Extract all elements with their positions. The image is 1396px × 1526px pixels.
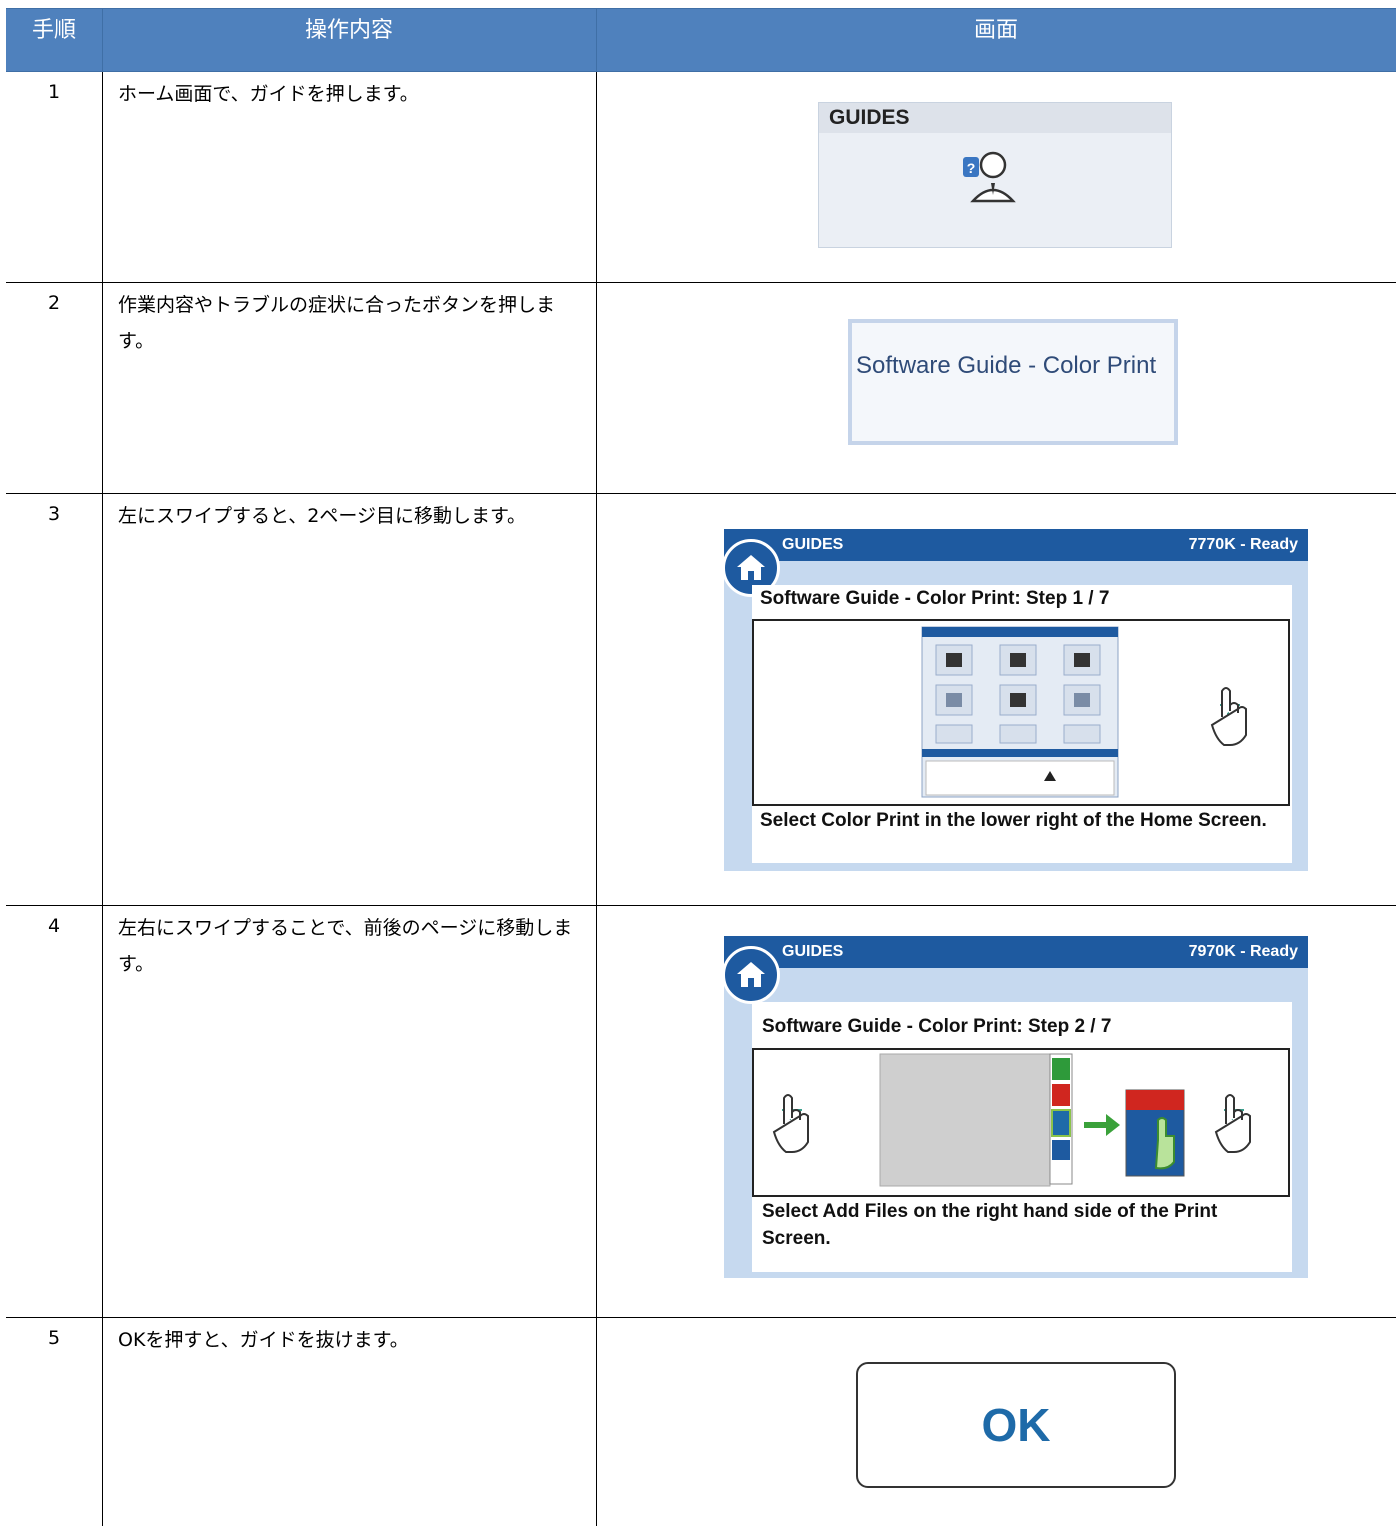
step-text: 左にスワイプすると、2ページ目に移動します。 — [118, 505, 527, 527]
header-step: 手順 — [31, 18, 76, 43]
guide-page-1-screenshot: GUIDES 7770K - Ready Software Guide - Co… — [722, 529, 1308, 871]
step-number: 5 — [47, 1327, 61, 1349]
svg-text:?: ? — [967, 160, 976, 176]
guide-page-2-screenshot: GUIDES 7970K - Ready Software Guide - Co… — [722, 936, 1308, 1278]
guide-step-caption: Select Add Files on the right hand side … — [762, 1201, 1218, 1249]
step-number: 3 — [47, 503, 61, 525]
software-guide-color-print-button[interactable]: Software Guide - Color Print — [848, 319, 1178, 445]
table-row: 2 作業内容やトラブルの症状に合ったボタンを押します。 Software Gui… — [6, 283, 1396, 494]
header-screen: 画面 — [973, 18, 1018, 43]
guide-step-caption: Select Color Print in the lower right of… — [760, 810, 1267, 831]
step-text: OKを押すと、ガイドを抜けます。 — [118, 1329, 409, 1351]
step-text: 作業内容やトラブルの症状に合ったボタンを押します。 — [118, 294, 556, 352]
guide-step-title: Software Guide - Color Print: Step 2 / 7 — [762, 1016, 1112, 1037]
printer-status: 7970K - Ready — [1188, 943, 1298, 960]
table-row: 4 左右にスワイプすることで、前後のページに移動します。 GUIDES 7970… — [6, 906, 1396, 1318]
guide-person-icon: ? — [963, 151, 1016, 203]
step-number: 4 — [47, 915, 61, 937]
ok-button-label: OK — [981, 1399, 1051, 1451]
app-header: GUIDES 7770K - Ready — [724, 529, 1308, 561]
app-header: GUIDES 7970K - Ready — [724, 936, 1308, 968]
guides-tile-label: GUIDES — [819, 103, 1171, 133]
step-number: 2 — [47, 292, 61, 314]
guide-step-title: Software Guide - Color Print: Step 1 / 7 — [760, 588, 1110, 609]
step-number: 1 — [47, 81, 61, 103]
procedure-table: 手順 操作内容 画面 1 ホーム画面で、ガイドを押します。 GUIDES ? 2… — [6, 8, 1396, 1526]
table-row: 5 OKを押すと、ガイドを抜けます。 OK — [6, 1318, 1396, 1526]
table-header: 手順 操作内容 画面 — [6, 8, 1396, 72]
app-header-title: GUIDES — [782, 943, 844, 960]
guide-button-label: Software Guide - Color Print — [856, 352, 1157, 379]
guides-tile[interactable]: GUIDES ? — [818, 102, 1172, 248]
guide-illustration — [752, 1048, 1290, 1197]
step-text: ホーム画面で、ガイドを押します。 — [118, 83, 419, 105]
app-header-title: GUIDES — [782, 536, 844, 553]
step-text: 左右にスワイプすることで、前後のページに移動します。 — [118, 917, 573, 975]
table-row: 3 左にスワイプすると、2ページ目に移動します。 GUIDES 7770K - … — [6, 494, 1396, 906]
header-operation: 操作内容 — [304, 18, 393, 43]
ok-button[interactable]: OK — [856, 1362, 1176, 1488]
printer-status: 7770K - Ready — [1188, 536, 1298, 553]
home-icon[interactable] — [722, 946, 780, 1004]
table-row: 1 ホーム画面で、ガイドを押します。 GUIDES ? — [6, 72, 1396, 283]
guide-illustration — [752, 619, 1290, 806]
